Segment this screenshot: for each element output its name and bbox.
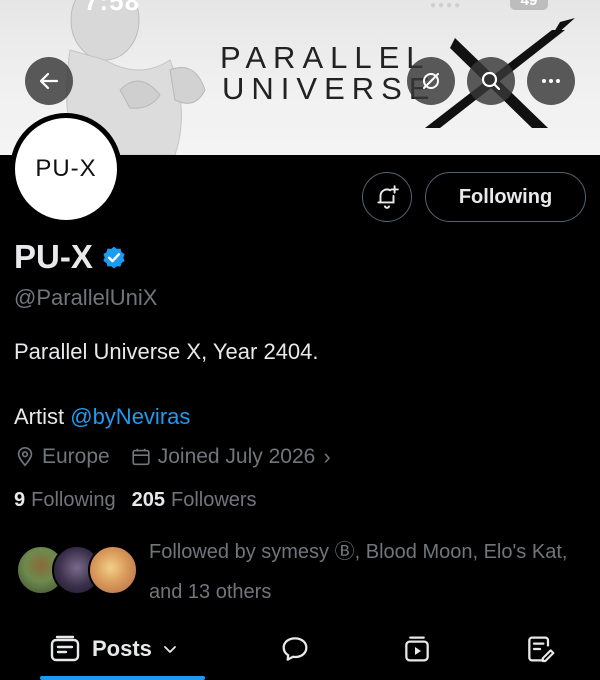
following-count: 9 bbox=[14, 489, 26, 511]
follower-avatar bbox=[88, 545, 138, 595]
followers-label: Followers bbox=[170, 489, 257, 511]
avatar-logo-text: PU-X bbox=[35, 155, 97, 182]
profile-handle: @ParallelUniX bbox=[14, 285, 158, 310]
following-stat[interactable]: 9 Following bbox=[14, 489, 116, 512]
more-icon bbox=[542, 79, 560, 83]
calendar-icon bbox=[132, 448, 150, 466]
tab-posts-label: Posts bbox=[92, 636, 152, 661]
display-name: PU-X bbox=[14, 238, 93, 275]
video-icon bbox=[405, 636, 429, 662]
profile-tabbar: Posts bbox=[0, 618, 600, 680]
display-name-row: PU-X bbox=[14, 238, 127, 276]
signal-dots: ●●●● bbox=[430, 0, 463, 11]
followers-count: 205 bbox=[131, 489, 165, 511]
more-button[interactable] bbox=[527, 57, 575, 105]
verified-badge-icon[interactable] bbox=[101, 245, 127, 271]
bio-line: Parallel Universe X, Year 2404. bbox=[14, 339, 319, 364]
search-icon bbox=[481, 71, 501, 91]
active-tab-indicator bbox=[40, 676, 205, 680]
profile-avatar[interactable]: PU-X bbox=[10, 113, 122, 225]
search-button[interactable] bbox=[467, 57, 515, 105]
posts-icon bbox=[50, 635, 80, 662]
grok-icon bbox=[423, 73, 439, 89]
joined-item[interactable]: Joined July 2026 › bbox=[130, 444, 331, 470]
following-label: Following bbox=[31, 489, 116, 511]
joined-text: Joined July 2026 bbox=[157, 445, 316, 468]
bio-artist-line: Artist @byNeviras bbox=[14, 404, 190, 430]
following-button[interactable]: Following bbox=[425, 172, 586, 222]
chevron-right-icon: › bbox=[323, 444, 331, 469]
followed-by-text[interactable]: Followed by symesy Ⓑ, Blood Moon, Elo's … bbox=[149, 532, 589, 612]
location-item: Europe bbox=[14, 445, 110, 469]
tab-posts[interactable]: Posts bbox=[50, 618, 178, 680]
battery-indicator: 49 bbox=[510, 0, 548, 10]
arrow-left-icon bbox=[39, 72, 59, 90]
article-icon bbox=[528, 636, 555, 663]
banner-brand-line2: UNIVERSE bbox=[222, 71, 437, 106]
follow-stats: 9 Following 205 Followers bbox=[14, 489, 257, 512]
tab-replies[interactable] bbox=[279, 618, 311, 680]
tab-videos[interactable] bbox=[401, 618, 433, 680]
tab-articles[interactable] bbox=[524, 618, 556, 680]
profile-meta: Europe Joined July 2026 › bbox=[14, 444, 331, 470]
location-text: Europe bbox=[42, 445, 110, 468]
bell-plus-icon bbox=[377, 185, 399, 209]
bio-mention-link[interactable]: @byNeviras bbox=[70, 404, 190, 429]
avatar-logo: PU-X bbox=[15, 118, 117, 220]
status-time: 7:58 bbox=[84, 0, 141, 16]
followers-stat[interactable]: 205 Followers bbox=[132, 489, 257, 512]
location-pin-icon bbox=[17, 447, 33, 467]
grok-button[interactable] bbox=[407, 57, 455, 105]
followed-by-avatars[interactable] bbox=[16, 545, 138, 597]
back-button[interactable] bbox=[25, 57, 73, 105]
chevron-down-icon bbox=[164, 646, 176, 653]
notifications-button[interactable] bbox=[362, 172, 412, 222]
bio-artist-prefix: Artist bbox=[14, 404, 71, 429]
reply-bubble-icon bbox=[282, 637, 308, 661]
